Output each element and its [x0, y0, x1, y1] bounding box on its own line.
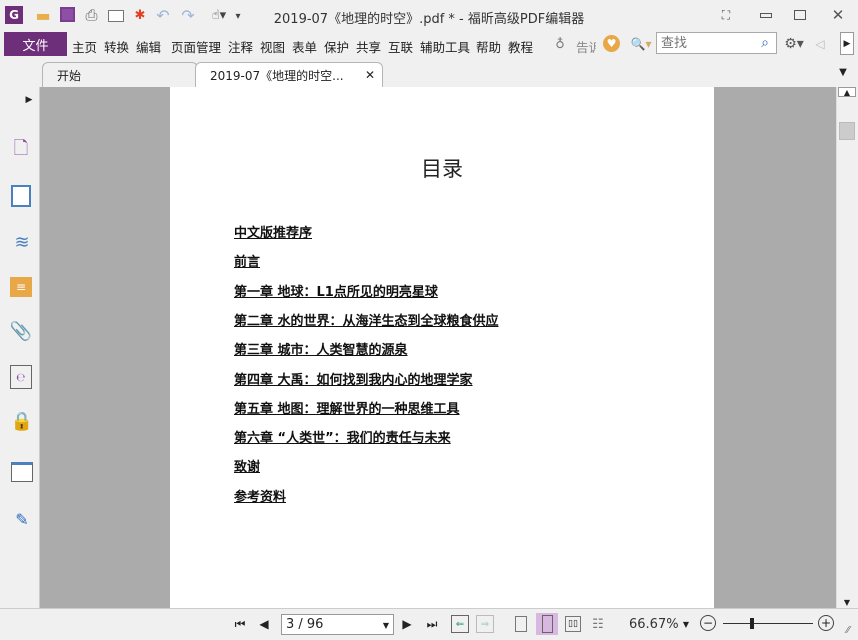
navigation-sidebar: ▶ 🗋 ≋ ≡ 📎 ℮ 🔒 ✎ — [0, 87, 44, 608]
vertical-scrollbar[interactable]: ▲ ▼ — [836, 87, 858, 608]
tab-start[interactable]: 开始 — [42, 62, 198, 87]
close-tab-icon[interactable]: ✕ — [364, 68, 376, 82]
scroll-right-button[interactable]: ▶ — [840, 32, 854, 55]
scrollbar-thumb[interactable] — [839, 122, 855, 140]
previous-page-icon[interactable]: ◀ — [257, 616, 271, 632]
zoom-slider-thumb[interactable] — [750, 618, 754, 629]
heart-icon[interactable]: ♥ — [603, 35, 620, 52]
next-view-icon[interactable]: ⇒ — [476, 615, 494, 633]
facing-pages-icon[interactable]: ▯▯ — [565, 616, 581, 632]
previous-view-icon[interactable]: ⇐ — [451, 615, 469, 633]
expand-panel-icon[interactable]: ▶ — [24, 93, 34, 107]
tab-label: 2019-07《地理的时空... — [210, 69, 344, 83]
page-number-field[interactable]: 3 / 96 ▼ — [281, 614, 394, 635]
pen-certificate-icon[interactable]: ✎ — [11, 507, 33, 531]
continuous-facing-icon[interactable]: ☷ — [590, 616, 606, 632]
toc-entry[interactable]: 第二章 水的世界：从海洋生态到全球粮食供应 — [234, 310, 499, 329]
title-bar: G ▬ ⎙ ✱ ↶ ↷ ☝▾ ▾ 2019-07《地理的时空》.pdf * - … — [0, 0, 858, 31]
form-fields-icon[interactable] — [11, 462, 33, 482]
search-icon[interactable]: ⌕ — [756, 34, 774, 52]
scroll-down-button[interactable]: ▼ — [838, 597, 856, 607]
close-button[interactable]: ✕ — [830, 6, 846, 24]
scroll-left-icon[interactable]: ◁ — [814, 35, 826, 53]
menu-comment[interactable]: 注释 — [228, 37, 253, 56]
toc-entry[interactable]: 中文版推荐序 — [234, 222, 312, 241]
folder-search-icon[interactable]: 🔍▾ — [628, 36, 654, 52]
toc-entry[interactable]: 参考资料 — [234, 486, 286, 505]
pdf-page: 目录 中文版推荐序 前言第一章 地球：L1点所见的明亮星球第二章 水的世界：从海洋… — [170, 87, 714, 608]
single-page-icon[interactable] — [515, 616, 527, 632]
zoom-out-icon[interactable]: − — [700, 615, 716, 631]
menu-accessibility[interactable]: 辅助工具 — [420, 37, 470, 56]
zoom-in-icon[interactable]: + — [818, 615, 834, 631]
signature-icon[interactable]: ℮ — [10, 365, 32, 389]
fullscreen-icon[interactable]: ⛶ — [718, 7, 734, 23]
menu-view[interactable]: 视图 — [260, 37, 285, 56]
maximize-button[interactable] — [792, 8, 808, 22]
page-dropdown-icon[interactable]: ▼ — [382, 620, 390, 630]
first-page-icon[interactable]: ⏮ — [232, 616, 248, 632]
menu-page-management[interactable]: 页面管理 — [171, 37, 221, 56]
search-input[interactable] — [657, 33, 753, 53]
zoom-dropdown-icon[interactable]: ▼ — [681, 618, 691, 630]
menu-help[interactable]: 帮助 — [476, 37, 501, 56]
lock-icon[interactable]: 🔒 — [11, 409, 33, 433]
minimize-button[interactable] — [758, 8, 774, 22]
tell-me-input[interactable]: 告诉 — [576, 37, 596, 56]
menu-connect[interactable]: 互联 — [388, 37, 413, 56]
toc-entry[interactable]: 第三章 城市：人类智慧的源泉 — [234, 339, 408, 358]
layers-icon[interactable]: ≋ — [10, 232, 34, 253]
page-number-value: 3 / 96 — [286, 617, 324, 632]
menu-bar: 文件 主页 转换 编辑 页面管理 注释 视图 表单 保护 共享 互联 辅助工具 … — [0, 31, 858, 57]
toc-entry[interactable]: 第五章 地图：理解世界的一种思维工具 — [234, 398, 460, 417]
zoom-slider[interactable] — [723, 623, 813, 624]
settings-gear-icon[interactable]: ⚙▾ — [782, 35, 806, 53]
menu-protect[interactable]: 保护 — [324, 37, 349, 56]
scroll-up-button[interactable]: ▲ — [838, 87, 856, 97]
toc-entry[interactable]: 第六章 “人类世”：我们的责任与未来 — [234, 427, 451, 446]
tab-label: 开始 — [57, 68, 82, 83]
menu-share[interactable]: 共享 — [356, 37, 381, 56]
last-page-icon[interactable]: ⏭ — [424, 616, 440, 632]
search-box[interactable]: ⌕ — [656, 32, 777, 54]
toc-entry[interactable]: 前言 — [234, 251, 260, 270]
menu-home[interactable]: 主页 — [72, 37, 97, 56]
menu-file[interactable]: 文件 — [4, 32, 67, 56]
lightbulb-icon[interactable]: ♁ — [553, 36, 567, 52]
zoom-level[interactable]: 66.67% — [629, 617, 679, 632]
toc-entry[interactable]: 第一章 地球：L1点所见的明亮星球 — [234, 281, 438, 300]
document-viewer: 目录 中文版推荐序 前言第一章 地球：L1点所见的明亮星球第二章 水的世界：从海洋… — [40, 87, 836, 608]
tab-document[interactable]: 2019-07《地理的时空... ✕ — [195, 62, 383, 88]
menu-convert[interactable]: 转换 — [104, 37, 129, 56]
comments-icon[interactable]: ≡ — [10, 277, 32, 297]
continuous-page-icon[interactable] — [536, 613, 558, 635]
next-page-icon[interactable]: ▶ — [400, 616, 414, 632]
tab-list-dropdown-icon[interactable]: ▼ — [836, 66, 850, 78]
attachment-icon[interactable]: 📎 — [10, 319, 32, 343]
page-thumbnails-icon[interactable] — [11, 185, 31, 207]
toc-entry[interactable]: 致谢 — [234, 456, 260, 475]
bookmark-icon[interactable]: 🗋 — [11, 138, 31, 163]
toc-heading: 目录 — [421, 157, 463, 181]
menu-edit[interactable]: 编辑 — [136, 37, 161, 56]
status-bar: ⏮ ◀ ▶ ⏭ ⇐ ⇒ ▯▯ ☷ ▼ − + ⁄⁄ — [0, 608, 858, 640]
menu-tutorial[interactable]: 教程 — [508, 37, 533, 56]
toc-entry[interactable]: 第四章 大禹：如何找到我内心的地理学家 — [234, 369, 473, 388]
menu-form[interactable]: 表单 — [292, 37, 317, 56]
resize-grip-icon[interactable]: ⁄⁄ — [842, 623, 854, 637]
